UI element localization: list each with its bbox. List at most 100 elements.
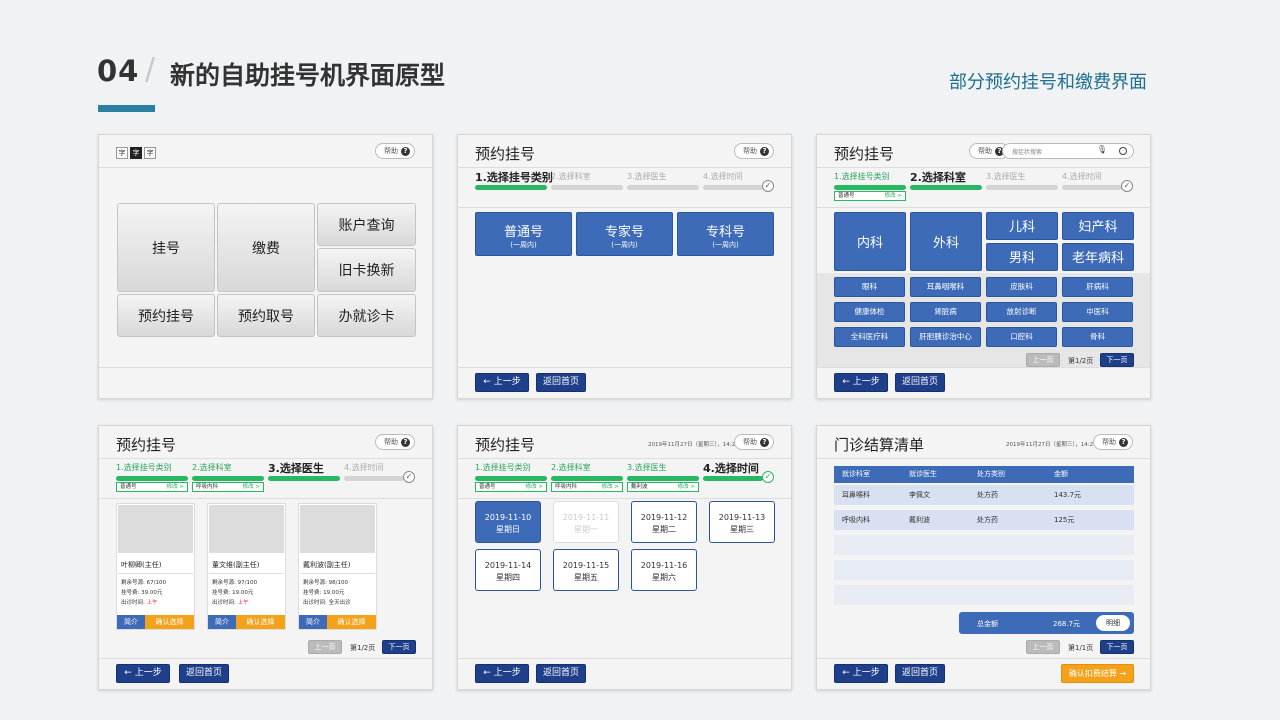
selected-type-chip[interactable]: 普通号 修改 > <box>475 482 547 492</box>
selected-dept-chip[interactable]: 呼吸内科 修改 > <box>192 482 264 492</box>
confirm-doctor-button[interactable]: 确认选择 <box>145 615 194 629</box>
table-row: 呼吸内科 戴利波 处方药 125元 <box>834 510 1134 530</box>
account-query-button[interactable]: 账户查询 <box>317 203 416 246</box>
dept-tile[interactable]: 全科医疗科 <box>834 327 905 347</box>
dept-tile[interactable]: 骨科 <box>1062 327 1133 347</box>
prev-page-button[interactable]: 上一页 <box>1026 353 1060 367</box>
prev-page-button[interactable]: 上一页 <box>308 640 342 654</box>
dept-pediatrics-button[interactable]: 儿科 <box>986 212 1058 240</box>
font-size-small-button[interactable]: 字 <box>116 147 128 159</box>
dept-tile[interactable]: 肾脏病 <box>910 302 981 322</box>
help-button[interactable]: 帮助? <box>734 434 774 450</box>
next-page-button[interactable]: 下一页 <box>1100 353 1134 367</box>
dept-andrology-button[interactable]: 男科 <box>986 243 1058 271</box>
card-replace-button[interactable]: 旧卡换新 <box>317 248 416 292</box>
panel-title: 门诊结算清单 <box>834 436 925 454</box>
selected-dept-chip[interactable]: 呼吸内科 修改 > <box>551 482 623 492</box>
dept-obgyn-button[interactable]: 妇产科 <box>1062 212 1134 240</box>
back-button[interactable]: ← 上一步 <box>475 664 529 683</box>
intro-button[interactable]: 简介 <box>208 615 236 629</box>
selected-type-chip[interactable]: 普通号 修改 > <box>116 482 188 492</box>
modify-link[interactable]: 修改 > <box>167 483 184 491</box>
search-icon[interactable] <box>1119 147 1127 155</box>
date-option[interactable]: 2019-11-15 星期五 <box>553 549 619 591</box>
dept-tile[interactable]: 肝病科 <box>1062 277 1133 297</box>
panel-settlement: 门诊结算清单 2019年11月27日（星期三），14:29 帮助? 就诊科室 就… <box>816 425 1151 690</box>
dept-geriatrics-button[interactable]: 老年病科 <box>1062 243 1134 271</box>
type-expert-button[interactable]: 专家号 (一周内) <box>576 212 673 256</box>
back-button[interactable]: ← 上一步 <box>475 373 529 392</box>
modify-link[interactable]: 修改 > <box>678 483 695 491</box>
date-option[interactable]: 2019-11-12 星期二 <box>631 501 697 543</box>
microphone-icon[interactable]: 🎙 <box>1097 145 1107 154</box>
next-page-button[interactable]: 下一页 <box>382 640 416 654</box>
dept-tile[interactable]: 耳鼻咽喉科 <box>910 277 981 297</box>
dept-tile[interactable]: 放射诊断 <box>986 302 1057 322</box>
arrow-left-icon: ← <box>842 377 850 387</box>
dept-tile[interactable]: 眼科 <box>834 277 905 297</box>
date-option[interactable]: 2019-11-14 星期四 <box>475 549 541 591</box>
home-button[interactable]: 返回首页 <box>895 664 945 683</box>
font-size-medium-button[interactable]: 字 <box>130 147 142 159</box>
prev-page-button[interactable]: 上一页 <box>1026 640 1060 654</box>
back-button[interactable]: ← 上一步 <box>834 664 888 683</box>
step-1-label: 1.选择挂号类别 <box>834 172 890 181</box>
next-page-button[interactable]: 下一页 <box>1100 640 1134 654</box>
help-button[interactable]: 帮助? <box>375 434 415 450</box>
dept-internal-button[interactable]: 内科 <box>834 212 906 271</box>
doctor-fee: 挂号费: 19.00元 <box>212 590 254 596</box>
help-icon: ? <box>760 146 769 156</box>
arrow-left-icon: ← <box>483 668 491 678</box>
dept-tile[interactable]: 肝胆胰诊治中心 <box>910 327 981 347</box>
payment-button[interactable]: 缴费 <box>217 203 315 292</box>
detail-button[interactable]: 明细 <box>1096 615 1130 631</box>
selected-type-chip[interactable]: 普通号 修改 > <box>834 191 906 201</box>
font-size-large-button[interactable]: 字 <box>144 147 156 159</box>
confirm-doctor-button[interactable]: 确认选择 <box>327 615 376 629</box>
modify-link[interactable]: 修改 > <box>526 483 543 491</box>
dept-surgery-button[interactable]: 外科 <box>910 212 982 271</box>
help-button[interactable]: 帮助? <box>734 143 774 159</box>
intro-button[interactable]: 简介 <box>299 615 327 629</box>
doctor-remain: 剩余号源: 67/100 <box>121 580 166 586</box>
type-regular-button[interactable]: 普通号 (一周内) <box>475 212 572 256</box>
home-button[interactable]: 返回首页 <box>536 664 586 683</box>
font-size-switcher[interactable]: 字 字 字 <box>116 147 156 159</box>
take-number-button[interactable]: 预约取号 <box>217 294 315 337</box>
table-row: 耳鼻喉科 李佩文 处方药 143.7元 <box>834 485 1134 505</box>
date-option[interactable]: 2019-11-16 星期六 <box>631 549 697 591</box>
step-2-bar <box>551 185 623 190</box>
intro-button[interactable]: 简介 <box>117 615 145 629</box>
modify-link[interactable]: 修改 > <box>602 483 619 491</box>
title-accent-bar <box>98 105 155 112</box>
type-specialist-button[interactable]: 专科号 (一周内) <box>677 212 774 256</box>
home-button[interactable]: 返回首页 <box>895 373 945 392</box>
check-icon: ✓ <box>403 471 415 483</box>
search-input[interactable]: 搜症状搜索 🎙 <box>1002 143 1134 159</box>
dept-tile[interactable]: 中医科 <box>1062 302 1133 322</box>
modify-link[interactable]: 修改 > <box>885 192 902 200</box>
help-button[interactable]: 帮助? <box>375 143 415 159</box>
home-button[interactable]: 返回首页 <box>536 373 586 392</box>
date-option[interactable]: 2019-11-13 星期三 <box>709 501 775 543</box>
dept-tile[interactable]: 皮肤科 <box>986 277 1057 297</box>
home-button[interactable]: 返回首页 <box>179 664 229 683</box>
help-button[interactable]: 帮助? <box>1093 434 1133 450</box>
panel-choose-type: 预约挂号 帮助? 1.选择挂号类别 2.选择科室 3.选择医生 4.选择时间 ✓… <box>457 134 792 399</box>
modify-link[interactable]: 修改 > <box>243 483 260 491</box>
header-divider <box>99 458 432 459</box>
new-card-button[interactable]: 办就诊卡 <box>317 294 416 337</box>
total-label: 总金额 <box>977 620 998 628</box>
back-button[interactable]: ← 上一步 <box>116 664 170 683</box>
dept-tile[interactable]: 口腔科 <box>986 327 1057 347</box>
appointment-button[interactable]: 预约挂号 <box>117 294 215 337</box>
confirm-payment-button[interactable]: 确认扣费结算 → <box>1061 664 1134 683</box>
header-divider <box>458 167 791 168</box>
date-option: 2019-11-11 星期一 <box>553 501 619 543</box>
back-button[interactable]: ← 上一步 <box>834 373 888 392</box>
confirm-doctor-button[interactable]: 确认选择 <box>236 615 285 629</box>
selected-doctor-chip[interactable]: 戴利波 修改 > <box>627 482 699 492</box>
register-button[interactable]: 挂号 <box>117 203 215 292</box>
date-option[interactable]: 2019-11-10 星期日 <box>475 501 541 543</box>
dept-tile[interactable]: 健康体检 <box>834 302 905 322</box>
